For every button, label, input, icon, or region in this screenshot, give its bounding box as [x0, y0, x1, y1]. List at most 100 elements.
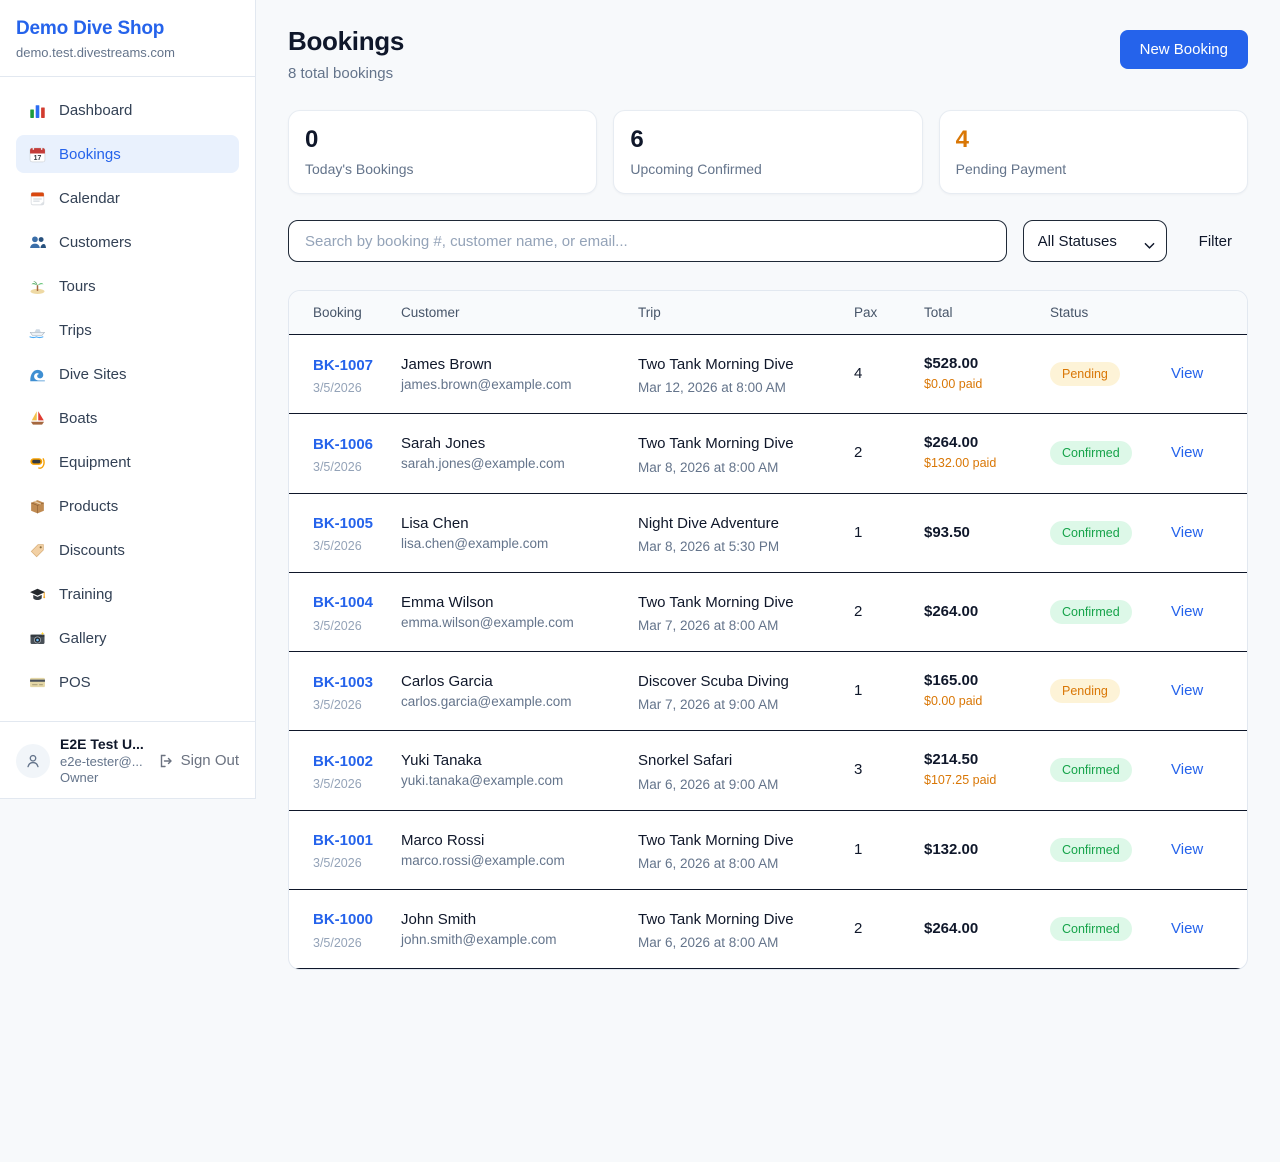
sidebar-item-bookings[interactable]: 17 Bookings: [16, 135, 239, 173]
total-amount: $528.00: [924, 355, 1042, 372]
status-badge: Confirmed: [1050, 758, 1132, 782]
sidebar-item-dive-sites[interactable]: Dive Sites: [16, 355, 239, 393]
diving-mask-icon: [28, 453, 46, 471]
customer-email: yuki.tanaka@example.com: [401, 773, 630, 788]
table-row: BK-1002 3/5/2026 Yuki Tanaka yuki.tanaka…: [289, 731, 1247, 810]
sidebar-item-products[interactable]: Products: [16, 487, 239, 525]
sidebar-item-label: Dashboard: [59, 102, 132, 119]
column-header-pax: Pax: [854, 291, 924, 335]
booking-id-link[interactable]: BK-1006: [313, 433, 373, 456]
trip-date: Mar 6, 2026 at 8:00 AM: [638, 935, 846, 950]
sidebar-item-customers[interactable]: Customers: [16, 223, 239, 261]
view-link[interactable]: View: [1171, 524, 1203, 541]
paid-amount: $0.00 paid: [924, 376, 1010, 394]
customer-email: marco.rossi@example.com: [401, 853, 630, 868]
customer-name: John Smith: [401, 911, 630, 928]
booking-id-link[interactable]: BK-1003: [313, 671, 373, 694]
booking-id-link[interactable]: BK-1000: [313, 908, 373, 931]
sidebar-item-label: Customers: [59, 234, 132, 251]
status-badge: Pending: [1050, 679, 1120, 703]
stat-card-today-s-bookings: 0 Today's Bookings: [288, 110, 597, 194]
sidebar-item-label: Tours: [59, 278, 96, 295]
customer-email: lisa.chen@example.com: [401, 536, 630, 551]
sidebar-item-tours[interactable]: Tours: [16, 267, 239, 305]
page-header: Bookings 8 total bookings New Booking: [288, 26, 1248, 82]
stat-label: Today's Bookings: [305, 161, 580, 177]
view-link[interactable]: View: [1171, 603, 1203, 620]
booking-date: 3/5/2026: [313, 460, 393, 474]
people-icon: [28, 233, 46, 251]
filter-button[interactable]: Filter: [1199, 233, 1232, 250]
table-row: BK-1004 3/5/2026 Emma Wilson emma.wilson…: [289, 572, 1247, 651]
customer-name: Emma Wilson: [401, 594, 630, 611]
sidebar-item-label: Equipment: [59, 454, 131, 471]
sidebar-item-label: Calendar: [59, 190, 120, 207]
column-header-actions: [1171, 291, 1247, 335]
trip-name: Two Tank Morning Dive: [638, 591, 798, 614]
column-header-status: Status: [1050, 291, 1171, 335]
customer-email: sarah.jones@example.com: [401, 456, 630, 471]
sidebar-item-label: Trips: [59, 322, 92, 339]
sidebar-item-label: Bookings: [59, 146, 121, 163]
booking-id-link[interactable]: BK-1005: [313, 512, 373, 535]
avatar: [16, 744, 50, 778]
calendar-icon: 17: [28, 145, 46, 163]
speedboat-icon: [28, 321, 46, 339]
table-row: BK-1000 3/5/2026 John Smith john.smith@e…: [289, 889, 1247, 968]
table-row: BK-1006 3/5/2026 Sarah Jones sarah.jones…: [289, 414, 1247, 493]
sidebar-item-gallery[interactable]: Gallery: [16, 619, 239, 657]
shop-domain: demo.test.divestreams.com: [16, 45, 239, 60]
sidebar-footer: E2E Test U... e2e-tester@... Owner Sign …: [0, 721, 255, 799]
table-row: BK-1001 3/5/2026 Marco Rossi marco.rossi…: [289, 810, 1247, 889]
sidebar-item-dashboard[interactable]: Dashboard: [16, 91, 239, 129]
sidebar-item-discounts[interactable]: Discounts: [16, 531, 239, 569]
sidebar-item-training[interactable]: Training: [16, 575, 239, 613]
sidebar-item-label: Gallery: [59, 630, 107, 647]
sidebar-item-label: Training: [59, 586, 113, 603]
label-icon: [28, 541, 46, 559]
view-link[interactable]: View: [1171, 365, 1203, 382]
customer-email: john.smith@example.com: [401, 932, 630, 947]
stat-card-upcoming-confirmed: 6 Upcoming Confirmed: [613, 110, 922, 194]
view-link[interactable]: View: [1171, 841, 1203, 858]
credit-card-icon: [28, 673, 46, 691]
sidebar-item-pos[interactable]: POS: [16, 663, 239, 701]
pax-count: 1: [854, 841, 862, 858]
view-link[interactable]: View: [1171, 761, 1203, 778]
sidebar-item-equipment[interactable]: Equipment: [16, 443, 239, 481]
sidebar-item-boats[interactable]: Boats: [16, 399, 239, 437]
table-header-row: Booking Customer Trip Pax Total Status: [289, 291, 1247, 335]
new-booking-button[interactable]: New Booking: [1120, 30, 1248, 69]
customer-email: carlos.garcia@example.com: [401, 694, 630, 709]
stats-row: 0 Today's Bookings 6 Upcoming Confirmed …: [288, 110, 1248, 194]
pax-count: 2: [854, 444, 862, 461]
booking-id-link[interactable]: BK-1004: [313, 591, 373, 614]
total-amount: $214.50: [924, 751, 1042, 768]
package-icon: [28, 497, 46, 515]
sidebar-nav: Dashboard 17 Bookings Calendar Customers…: [0, 77, 255, 721]
paid-amount: $107.25 paid: [924, 772, 1010, 790]
table-row: BK-1005 3/5/2026 Lisa Chen lisa.chen@exa…: [289, 493, 1247, 572]
view-link[interactable]: View: [1171, 682, 1203, 699]
sidebar-item-calendar[interactable]: Calendar: [16, 179, 239, 217]
total-amount: $264.00: [924, 434, 1042, 451]
customer-name: Yuki Tanaka: [401, 752, 630, 769]
view-link[interactable]: View: [1171, 920, 1203, 937]
status-filter-select[interactable]: All Statuses: [1023, 220, 1167, 262]
trip-name: Discover Scuba Diving: [638, 670, 798, 693]
search-input[interactable]: [288, 220, 1007, 262]
booking-id-link[interactable]: BK-1001: [313, 829, 373, 852]
booking-id-link[interactable]: BK-1007: [313, 354, 373, 377]
trip-name: Two Tank Morning Dive: [638, 432, 798, 455]
column-header-total: Total: [924, 291, 1050, 335]
sidebar-item-trips[interactable]: Trips: [16, 311, 239, 349]
sign-out-button[interactable]: Sign Out: [158, 752, 239, 769]
trip-name: Two Tank Morning Dive: [638, 908, 798, 931]
filter-row: All Statuses Filter: [288, 220, 1248, 262]
sailboat-icon: [28, 409, 46, 427]
booking-id-link[interactable]: BK-1002: [313, 750, 373, 773]
view-link[interactable]: View: [1171, 444, 1203, 461]
trip-date: Mar 12, 2026 at 8:00 AM: [638, 380, 846, 395]
status-badge: Confirmed: [1050, 838, 1132, 862]
customer-name: Lisa Chen: [401, 515, 630, 532]
